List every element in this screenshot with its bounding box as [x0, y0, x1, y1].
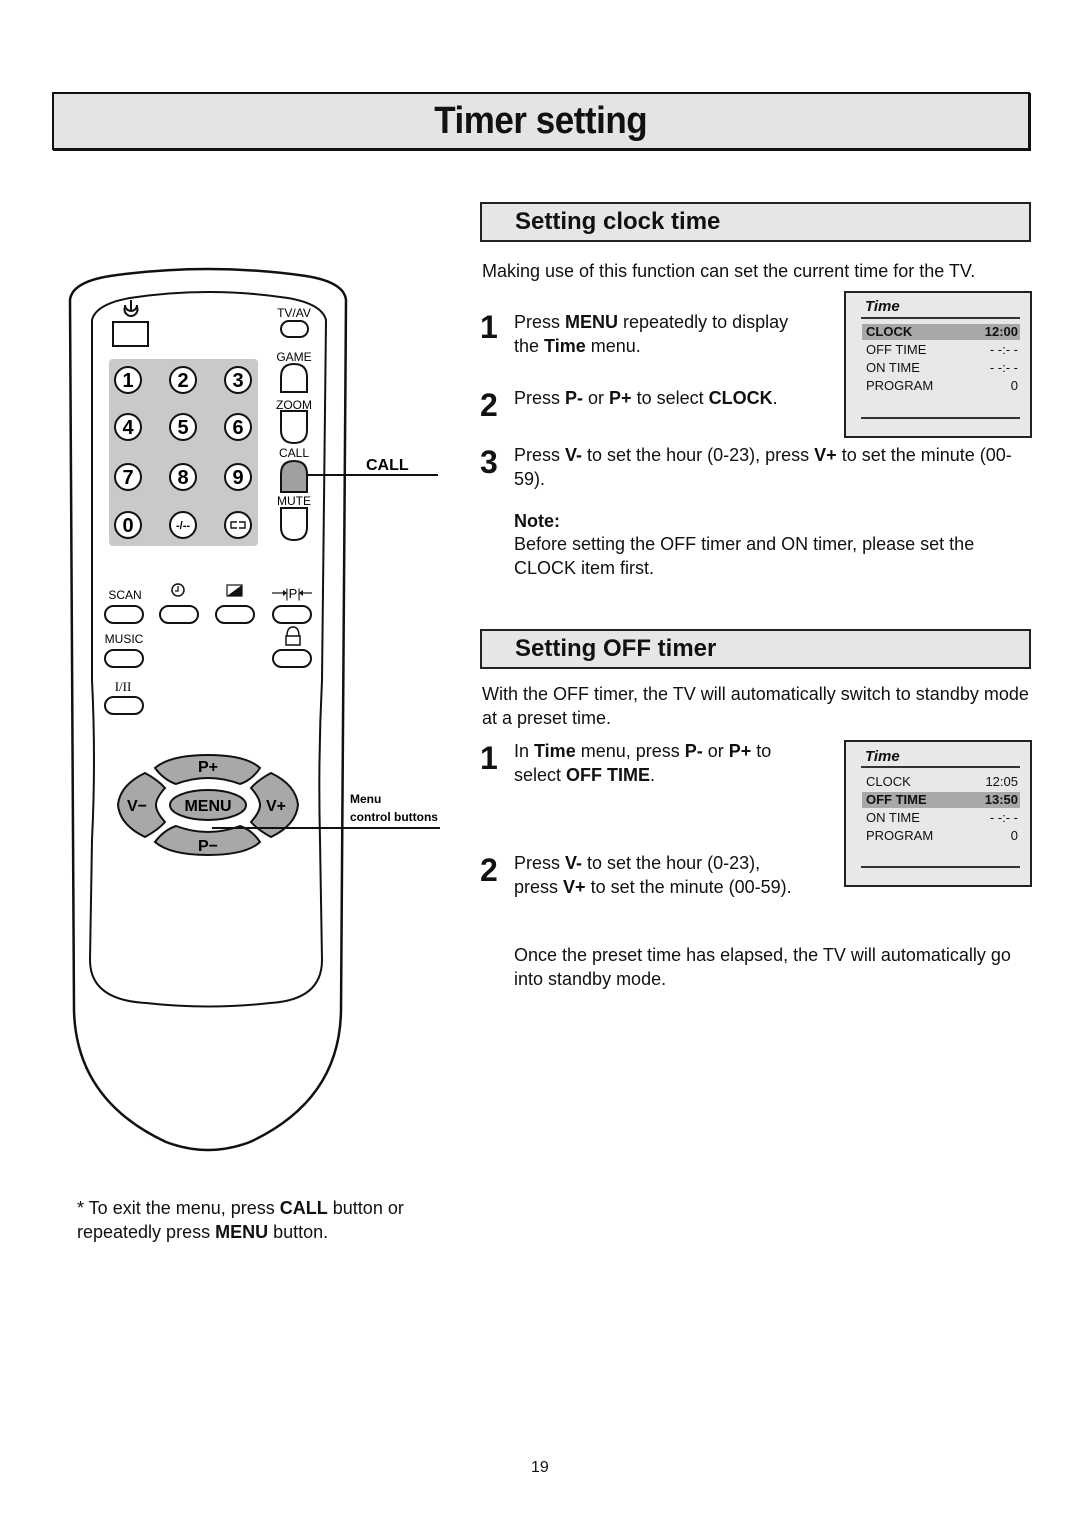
digit-label: 5: [177, 417, 188, 439]
digit-label: -/--: [176, 520, 190, 532]
music-button[interactable]: [104, 649, 144, 668]
note-text: Before setting the OFF timer and ON time…: [514, 534, 975, 578]
off-timer-section-header: Setting OFF timer: [480, 629, 1031, 669]
footnote-call: CALL: [279, 1198, 328, 1218]
menu-callout-label-1: Menu: [350, 792, 381, 806]
v-plus-label: V+: [266, 798, 286, 815]
scan-label: SCAN: [108, 588, 141, 602]
clock-section-title: Setting clock time: [515, 208, 721, 235]
mute-button[interactable]: [280, 507, 308, 542]
off-timer-closing: Once the preset time has elapsed, the TV…: [514, 945, 1011, 989]
clock-step-2-number: 2: [480, 387, 498, 423]
lock-button[interactable]: [272, 649, 312, 668]
power-button[interactable]: [112, 321, 149, 347]
digit-label: 0: [122, 515, 133, 537]
osd-row-off-time: OFF TIME 13:50: [862, 792, 1020, 808]
game-label: GAME: [276, 350, 311, 364]
clock-section-header: Setting clock time: [480, 202, 1031, 242]
off-timer-intro: With the OFF timer, the TV will automati…: [482, 684, 1029, 728]
music-label: MUSIC: [105, 632, 144, 646]
digit-label: 6: [232, 417, 243, 439]
program-swap-button[interactable]: [272, 605, 312, 624]
osd-row-on-time: ON TIME - -:- -: [866, 360, 1018, 375]
clock-osd-menu: Time CLOCK 12:00 OFF TIME - -:- - ON TIME -…: [844, 291, 1032, 438]
clock-intro: Making use of this function can set the …: [482, 261, 976, 281]
off-step-1-number: 1: [480, 740, 498, 776]
swap-button[interactable]: [224, 511, 252, 539]
clock-step-2-text: Press P- or P+ to select CLOCK.: [514, 388, 778, 408]
clock-step-1-number: 1: [480, 309, 498, 345]
digit-label: 4: [122, 417, 134, 439]
digit-label: 1: [122, 370, 133, 392]
clock-step-1-text: Press MENU repeatedly to display the Tim…: [514, 312, 789, 356]
digit-label: 2: [177, 370, 188, 392]
off-step-2-text: Press V- to set the hour (0-23), press V…: [514, 853, 792, 897]
osd-row-clock: CLOCK 12:05: [866, 774, 1018, 789]
footnote-text: button.: [268, 1222, 329, 1242]
scan-button[interactable]: [104, 605, 144, 624]
osd-row-program: PROGRAM 0: [866, 828, 1018, 843]
menu-label: MENU: [184, 798, 231, 815]
svg-text:|P|: |P|: [285, 586, 300, 601]
osd-divider: [861, 766, 1020, 768]
off-step-2-number: 2: [480, 852, 498, 888]
exit-menu-footnote: * To exit the menu, press CALL button or…: [77, 1196, 457, 1244]
osd-divider: [861, 866, 1020, 868]
osd-title: Time: [865, 298, 900, 315]
digit-label: 8: [177, 467, 188, 489]
call-callout-label: CALL: [366, 457, 409, 474]
off-timer-osd-menu: Time CLOCK 12:05 OFF TIME 13:50 ON TIME - -…: [844, 740, 1032, 887]
clock-step-3-number: 3: [480, 444, 498, 480]
osd-divider: [861, 317, 1020, 319]
osd-row-on-time: ON TIME - -:- -: [866, 810, 1018, 825]
osd-row-clock: CLOCK 12:00: [862, 324, 1020, 340]
osd-row-program: PROGRAM 0: [866, 378, 1018, 393]
p-plus-label: P+: [198, 759, 218, 776]
call-label: CALL: [279, 446, 309, 460]
picture-mode-icon: [226, 584, 243, 597]
v-minus-label: V−: [127, 798, 147, 815]
osd-divider: [861, 417, 1020, 419]
digit-label: 9: [232, 467, 243, 489]
clock-step-3-text: Press V- to set the hour (0-23), press V…: [514, 445, 1012, 489]
footnote-text: * To exit the menu, press: [77, 1198, 280, 1218]
digit-label: 3: [232, 370, 243, 392]
zoom-label: ZOOM: [276, 398, 312, 412]
timer-button[interactable]: [159, 605, 199, 624]
remote-control-illustration: TV/AV GAME ZOOM CALL MUTE CALL SCAN |P| …: [68, 267, 440, 1152]
osd-title: Time: [865, 748, 900, 765]
dual-sound-label: I/II: [115, 679, 132, 694]
off-step-1-text: In Time menu, press P- or P+ to select O…: [514, 741, 772, 785]
game-button[interactable]: [280, 362, 308, 393]
picture-button[interactable]: [215, 605, 255, 624]
footnote-menu: MENU: [215, 1222, 269, 1242]
mute-label: MUTE: [277, 494, 311, 508]
tvav-button[interactable]: [280, 320, 309, 338]
p-minus-label: P−: [198, 838, 218, 855]
digit-label: 7: [122, 467, 133, 489]
tvav-label: TV/AV: [277, 306, 311, 320]
page-number: 19: [531, 1459, 549, 1476]
dual-sound-button[interactable]: [104, 696, 144, 715]
call-button[interactable]: [280, 459, 308, 493]
off-timer-section-title: Setting OFF timer: [515, 635, 717, 662]
note-label: Note:: [514, 511, 560, 531]
menu-callout-label-2: control buttons: [350, 810, 438, 824]
zoom-button[interactable]: [280, 410, 308, 445]
osd-row-off-time: OFF TIME - -:- -: [866, 342, 1018, 357]
